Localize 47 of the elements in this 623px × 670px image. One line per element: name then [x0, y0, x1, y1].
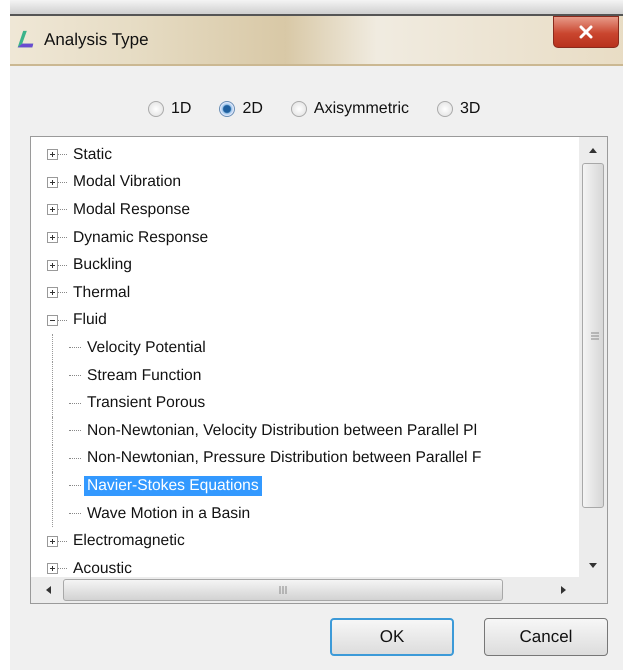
plus-box-icon[interactable] — [47, 204, 58, 216]
tree-item[interactable]: Non-Newtonian, Velocity Distribution between Parallel Pl — [84, 420, 480, 441]
tree-item[interactable]: Fluid — [70, 310, 110, 330]
dialog-button[interactable]: Cancel — [484, 618, 608, 656]
up-arrow-icon[interactable] — [588, 147, 598, 153]
tree-item[interactable]: Non-Newtonian, Pressure Distribution between Parallel F — [84, 448, 484, 468]
dialog-button[interactable]: OK — [330, 618, 454, 656]
tree-item[interactable]: Transient Porous — [84, 393, 208, 414]
plus-box-icon[interactable] — [47, 232, 58, 244]
scroll-thumb[interactable] — [582, 163, 604, 508]
radio-label[interactable]: 1D — [171, 100, 192, 118]
radio-button[interactable] — [290, 101, 307, 117]
radio-button[interactable] — [148, 101, 164, 117]
tree-item[interactable]: Dynamic Response — [70, 228, 212, 248]
close-icon — [578, 25, 594, 39]
plus-box-icon[interactable] — [47, 260, 58, 271]
radio-label[interactable]: 3D — [460, 100, 480, 118]
grip-icon — [279, 585, 287, 595]
plus-box-icon[interactable] — [47, 176, 58, 188]
radio-button[interactable] — [437, 101, 454, 117]
tree-item[interactable]: Acoustic — [70, 558, 135, 577]
tree-item[interactable]: Buckling — [70, 255, 135, 276]
close-button[interactable] — [553, 16, 619, 48]
right-arrow-icon[interactable] — [561, 585, 567, 595]
tree-item[interactable]: Velocity Potential — [84, 338, 209, 358]
radio-button[interactable] — [219, 101, 236, 117]
tree-item[interactable]: Electromagnetic — [70, 531, 188, 552]
tree-item[interactable]: Thermal — [70, 282, 134, 303]
radio-label[interactable]: Axisymmetric — [314, 100, 410, 118]
tree-item[interactable]: Modal Response — [70, 200, 194, 220]
plus-box-icon[interactable] — [47, 287, 58, 298]
tree-item[interactable]: Wave Motion in a Basin — [84, 504, 254, 524]
tree-item[interactable]: Modal Vibration — [70, 172, 184, 192]
radio-label[interactable]: 2D — [242, 100, 263, 118]
vertical-scrollbar[interactable] — [579, 137, 607, 577]
left-arrow-icon[interactable] — [45, 585, 51, 595]
tree-item[interactable]: Static — [70, 144, 115, 165]
plus-box-icon[interactable] — [47, 563, 58, 574]
scroll-thumb[interactable] — [63, 579, 503, 601]
minus-box-icon[interactable] — [47, 314, 58, 326]
plus-box-icon[interactable] — [47, 149, 58, 160]
plus-box-icon[interactable] — [47, 536, 58, 547]
tree-item[interactable]: Stream Function — [84, 366, 204, 386]
down-arrow-icon[interactable] — [588, 563, 598, 569]
window-title: Analysis Type — [44, 30, 149, 50]
grip-icon — [590, 332, 600, 340]
horizontal-scrollbar[interactable] — [31, 577, 579, 603]
